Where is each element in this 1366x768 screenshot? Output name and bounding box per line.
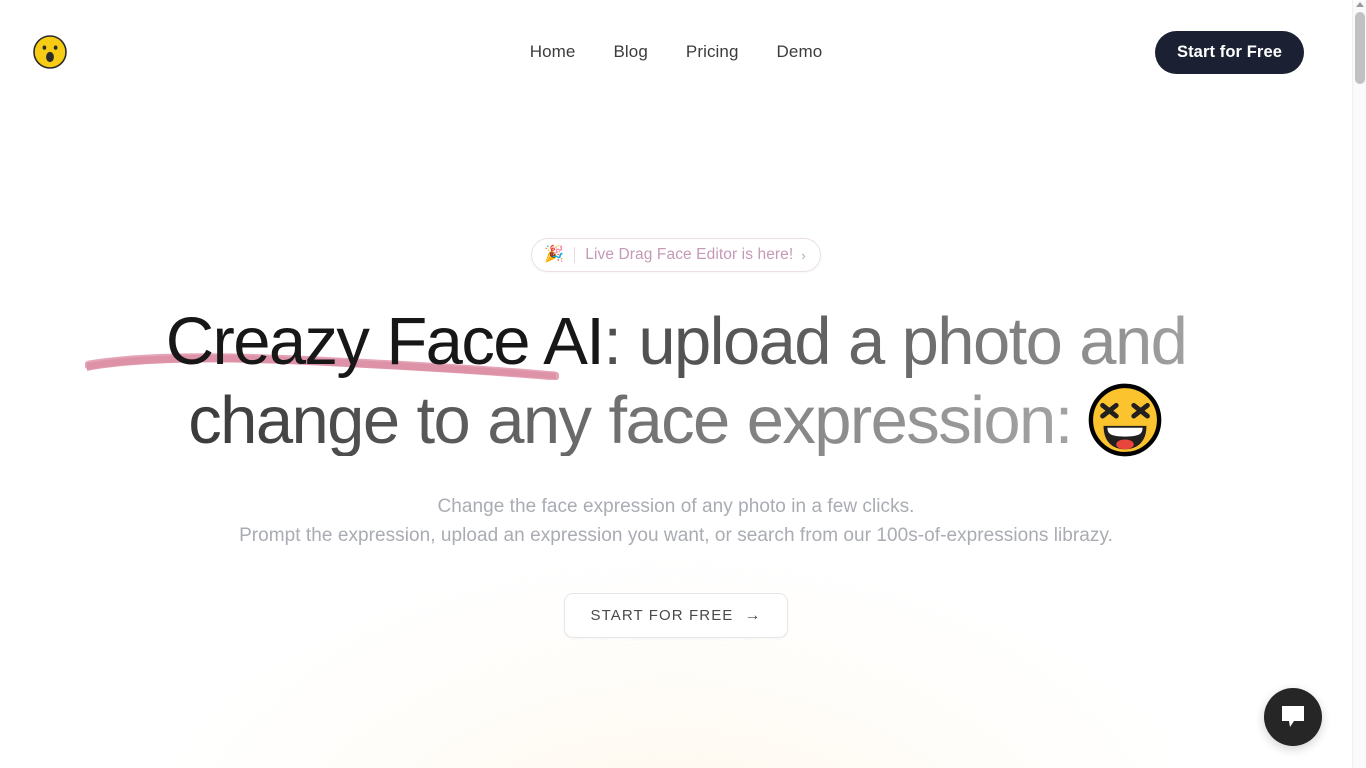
site-header: Home Blog Pricing Demo Start for Free xyxy=(0,0,1352,104)
scrollbar-up-arrow-icon[interactable] xyxy=(1356,2,1364,7)
chat-widget-button[interactable] xyxy=(1264,688,1322,746)
hero-section: 🎉 Live Drag Face Editor is here! › Creaz… xyxy=(0,104,1352,639)
header-start-for-free-button[interactable]: Start for Free xyxy=(1154,30,1304,74)
nav-item-blog[interactable]: Blog xyxy=(605,36,655,68)
surprised-face-emoji-logo[interactable] xyxy=(32,34,68,70)
subtitle-line-2: Prompt the expression, upload an express… xyxy=(239,524,1113,546)
chat-bubble-icon xyxy=(1282,706,1304,727)
page-viewport: Home Blog Pricing Demo Start for Free 🎉 … xyxy=(0,0,1352,768)
announcement-badge[interactable]: 🎉 Live Drag Face Editor is here! › xyxy=(531,238,821,272)
page-title: Creazy Face AI: upload a photo and chang… xyxy=(85,304,1261,459)
vertical-scrollbar[interactable] xyxy=(1352,0,1366,768)
nav-item-home[interactable]: Home xyxy=(522,36,584,68)
announcement-label: Live Drag Face Editor is here! xyxy=(585,246,794,263)
headline-brand-name: Creazy Face AI xyxy=(165,304,605,379)
hero-cta-wrapper: START FOR FREE → xyxy=(0,593,1352,639)
subtitle-line-1: Change the face expression of any photo … xyxy=(437,496,915,518)
hero-subtitle: Change the face expression of any photo … xyxy=(0,493,1352,550)
hero-cta-label: START FOR FREE xyxy=(590,607,734,625)
party-popper-icon: 🎉 xyxy=(544,246,565,263)
hero-start-for-free-button[interactable]: START FOR FREE → xyxy=(564,593,788,639)
headline-line-2: change to any face expression: xyxy=(91,381,1261,459)
main-navigation: Home Blog Pricing Demo xyxy=(522,36,831,68)
laughing-squinting-face-emoji xyxy=(1088,383,1162,457)
headline-line-2-text: change to any face expression: xyxy=(188,382,1073,458)
arrow-right-icon: → xyxy=(744,606,762,624)
chevron-right-icon: › xyxy=(801,247,806,263)
headline-line-1: Creazy Face AI: upload a photo and xyxy=(85,304,1261,380)
nav-item-pricing[interactable]: Pricing xyxy=(678,36,747,68)
headline-line-1-rest: : upload a photo and xyxy=(603,304,1188,379)
scrollbar-thumb[interactable] xyxy=(1355,12,1365,84)
announcement-divider xyxy=(574,247,576,263)
nav-item-demo[interactable]: Demo xyxy=(769,36,831,68)
